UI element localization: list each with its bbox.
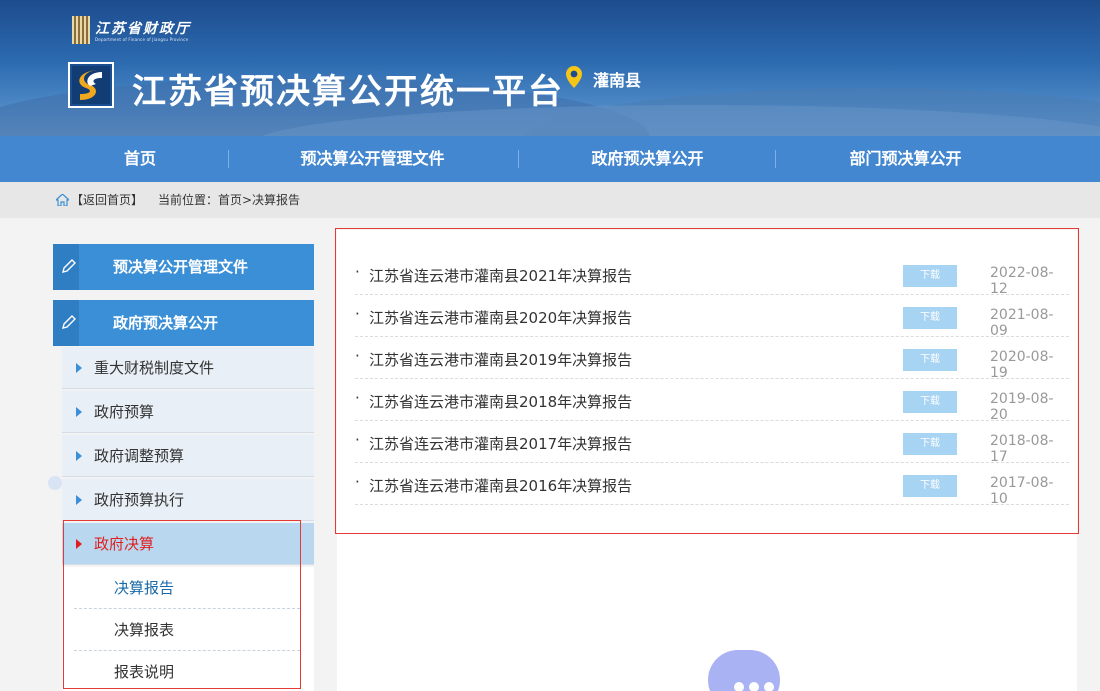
sidebar-section-label: 预决算公开管理文件 [113, 258, 249, 276]
list-bullet: · [355, 305, 360, 323]
site-title: 江苏省预决算公开统一平台 [132, 72, 564, 112]
back-home-link[interactable]: 【返回首页】 [71, 182, 143, 218]
sidebar-item-label: 政府调整预算 [94, 447, 185, 465]
caret-right-icon [76, 407, 82, 417]
site-header: 江苏省财政厅 Department of Finance of Jiangsu … [0, 0, 1100, 136]
department-name-en: Department of Finance of Jiangsu Provinc… [95, 37, 189, 42]
background-decor [48, 476, 62, 490]
chat-dot [734, 682, 744, 691]
list-item[interactable]: · 江苏省连云港市灌南县2017年决算报告 下载 2018-08-17 [355, 421, 1069, 465]
list-item[interactable]: · 江苏省连云港市灌南县2020年决算报告 下载 2021-08-09 [355, 295, 1069, 339]
sidebar-item-adjusted-budget[interactable]: 政府调整预算 [62, 435, 314, 477]
sidebar-section-management-files[interactable]: 预决算公开管理文件 [53, 244, 314, 290]
sidebar-item-budget-execution[interactable]: 政府预算执行 [62, 479, 314, 521]
download-button[interactable]: 下载 [903, 349, 957, 371]
download-button[interactable]: 下载 [903, 307, 957, 329]
list-bullet: · [355, 389, 360, 407]
nav-separator [775, 150, 776, 168]
pencil-icon [62, 259, 76, 273]
chat-dot [749, 682, 759, 691]
county-name[interactable]: 灌南县 [593, 67, 641, 91]
sidebar-item-label: 重大财税制度文件 [94, 359, 215, 377]
sidebar-item-government-budget[interactable]: 政府预算 [62, 391, 314, 433]
download-button[interactable]: 下载 [903, 265, 957, 287]
list-item[interactable]: · 江苏省连云港市灌南县2018年决算报告 下载 2019-08-20 [355, 379, 1069, 423]
sidebar-leaf-final-statements[interactable]: 决算报表 [62, 609, 314, 651]
report-title-link[interactable]: 江苏省连云港市灌南县2016年决算报告 [369, 475, 632, 496]
publish-date: 2020-08-19 [990, 349, 1054, 381]
publish-date: 2017-08-10 [990, 475, 1054, 507]
publish-date: 2018-08-17 [990, 433, 1054, 465]
breadcrumb: 【返回首页】 当前位置：首页>决算报告 [0, 182, 1100, 218]
report-title-link[interactable]: 江苏省连云港市灌南县2020年决算报告 [369, 307, 632, 328]
download-button[interactable]: 下载 [903, 433, 957, 455]
sidebar-leaf-label: 决算报表 [114, 621, 175, 639]
sidebar-item-final-accounts[interactable]: 政府决算 [62, 523, 314, 565]
list-bullet: · [355, 263, 360, 281]
publish-date: 2022-08-12 [990, 265, 1054, 297]
list-bullet: · [355, 473, 360, 491]
platform-logo-icon[interactable] [68, 62, 114, 108]
sidebar-section-label: 政府预决算公开 [113, 314, 219, 332]
sidebar-leaf-final-report[interactable]: 决算报告 [62, 567, 314, 609]
nav-item-department-budget[interactable]: 部门预决算公开 [828, 136, 983, 182]
department-name: 江苏省财政厅 [95, 21, 191, 37]
sidebar-leaf-label: 决算报告 [114, 579, 175, 597]
sidebar-section-government-budget[interactable]: 政府预决算公开 [53, 300, 314, 346]
list-item[interactable]: · 江苏省连云港市灌南县2016年决算报告 下载 2017-08-10 [355, 463, 1069, 507]
caret-right-icon [76, 363, 82, 373]
nav-item-government-budget[interactable]: 政府预决算公开 [570, 136, 725, 182]
download-button[interactable]: 下载 [903, 475, 957, 497]
pencil-icon [62, 315, 76, 329]
publish-date: 2019-08-20 [990, 391, 1054, 423]
department-emblem-icon [72, 16, 90, 44]
sidebar-item-tax-documents[interactable]: 重大财税制度文件 [62, 347, 314, 389]
caret-right-icon [76, 539, 82, 549]
location-pin-icon [566, 66, 582, 88]
caret-right-icon [76, 451, 82, 461]
sidebar-item-label: 政府决算 [94, 535, 155, 553]
nav-separator [518, 150, 519, 168]
list-item[interactable]: · 江苏省连云港市灌南县2019年决算报告 下载 2020-08-19 [355, 337, 1069, 381]
caret-right-icon [76, 495, 82, 505]
sidebar-leaf-label: 报表说明 [114, 663, 175, 681]
list-item[interactable]: · 江苏省连云港市灌南县2021年决算报告 下载 2022-08-12 [355, 253, 1069, 297]
current-location: 当前位置：首页>决算报告 [158, 193, 301, 207]
list-bullet: · [355, 431, 360, 449]
report-title-link[interactable]: 江苏省连云港市灌南县2021年决算报告 [369, 265, 632, 286]
sidebar-leaf-statement-notes[interactable]: 报表说明 [62, 651, 314, 691]
sidebar-item-label: 政府预算执行 [94, 491, 185, 509]
download-button[interactable]: 下载 [903, 391, 957, 413]
list-bullet: · [355, 347, 360, 365]
report-title-link[interactable]: 江苏省连云港市灌南县2019年决算报告 [369, 349, 632, 370]
nav-separator [228, 150, 229, 168]
report-title-link[interactable]: 江苏省连云港市灌南县2017年决算报告 [369, 433, 632, 454]
main-nav: 首页 预决算公开管理文件 政府预决算公开 部门预决算公开 [0, 136, 1100, 182]
chat-dot [764, 682, 774, 691]
sidebar-item-label: 政府预算 [94, 403, 155, 421]
nav-item-home[interactable]: 首页 [90, 136, 190, 182]
publish-date: 2021-08-09 [990, 307, 1054, 339]
nav-item-management-files[interactable]: 预决算公开管理文件 [280, 136, 465, 182]
home-icon[interactable] [56, 194, 69, 206]
report-title-link[interactable]: 江苏省连云港市灌南县2018年决算报告 [369, 391, 632, 412]
